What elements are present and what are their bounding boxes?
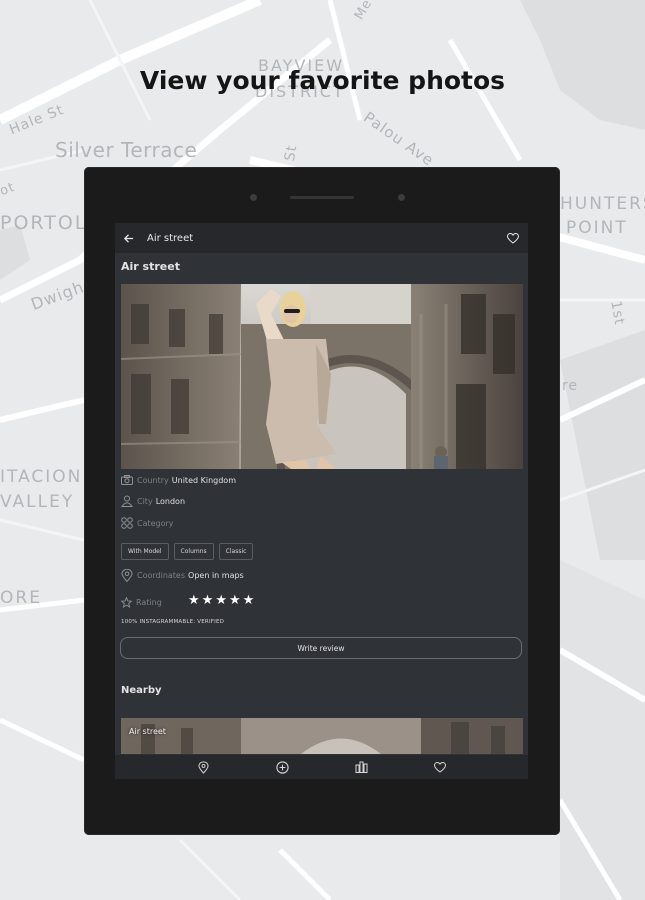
instagrammable-status: 100% INSTAGRAMMABLE: VERIFIED: [121, 619, 225, 625]
city-row: City London: [121, 495, 185, 507]
star-icon: ★: [201, 593, 214, 608]
nearby-card-image: [121, 718, 523, 754]
city-label: City: [137, 496, 153, 506]
app-screen: Air street Air street Country United Kin…: [115, 223, 528, 779]
heart-icon: [434, 761, 446, 773]
map-label-neighborhood: ITACION: [0, 467, 83, 487]
camera-icon: [121, 475, 133, 485]
toolbar-title: Air street: [147, 232, 194, 244]
sensor: [398, 194, 405, 201]
category-chip[interactable]: Classic: [218, 543, 254, 560]
rating-stars[interactable]: ★ ★ ★ ★ ★: [188, 594, 254, 607]
nearby-title: Nearby: [121, 685, 162, 696]
nav-favorites-button[interactable]: [401, 755, 480, 779]
place-title: Air street: [121, 260, 180, 273]
map-label-neighborhood: Silver Terrace: [55, 138, 198, 162]
write-review-button[interactable]: Write review: [120, 637, 522, 659]
back-button[interactable]: [115, 223, 141, 253]
coordinates-row: Coordinates Open in maps: [121, 569, 244, 582]
star-icon: ★: [228, 593, 241, 608]
map-label-neighborhood: ORE: [0, 588, 42, 608]
map-label-neighborhood: HUNTERS: [560, 194, 645, 214]
grid-icon: [121, 517, 133, 529]
country-row: Country United Kingdom: [121, 475, 236, 485]
bottom-navigation: [115, 755, 528, 779]
star-icon: ★: [188, 593, 200, 608]
add-circle-icon: [275, 760, 289, 774]
rating-label: Rating: [136, 598, 162, 607]
city-value: London: [155, 496, 186, 506]
star-icon: ★: [215, 593, 227, 608]
map-label-street: St: [281, 143, 301, 163]
nearby-card[interactable]: Air street: [121, 718, 523, 754]
place-photo[interactable]: [121, 284, 523, 469]
earpiece-speaker: [290, 196, 354, 199]
star-outline-icon: [121, 597, 132, 608]
coordinates-label: Coordinates: [137, 571, 186, 580]
map-label-street: re: [562, 378, 579, 394]
person-icon: [121, 495, 133, 507]
nearby-card-label: Air street: [129, 727, 166, 736]
front-camera: [250, 194, 257, 201]
arrow-left-icon: [123, 233, 133, 243]
category-chip[interactable]: With Model: [121, 543, 169, 560]
category-chips: With Model Columns Classic: [121, 543, 254, 560]
rating-row: Rating: [121, 597, 162, 608]
heart-icon: [507, 232, 519, 244]
country-label: Country: [137, 475, 169, 485]
open-in-maps-link[interactable]: Open in maps: [188, 571, 244, 580]
map-label-neighborhood: POINT: [566, 218, 628, 238]
tablet-device: Air street Air street Country United Kin…: [84, 167, 560, 835]
app-bar: Air street: [115, 223, 528, 253]
nav-ranking-button[interactable]: [322, 755, 401, 779]
star-icon: ★: [242, 593, 255, 608]
category-chip[interactable]: Columns: [173, 543, 214, 560]
category-row: Category: [121, 517, 174, 529]
country-value: United Kingdom: [171, 475, 236, 485]
map-pin-icon: [197, 760, 209, 774]
nav-map-button[interactable]: [164, 755, 243, 779]
category-label: Category: [137, 518, 174, 528]
map-label-neighborhood: VALLEY: [0, 492, 75, 512]
nav-add-button[interactable]: [243, 755, 322, 779]
favorite-button[interactable]: [498, 223, 528, 253]
pin-icon: [121, 569, 133, 582]
headline: View your favorite photos: [139, 66, 506, 95]
ranking-icon: [355, 761, 367, 773]
map-label-neighborhood: PORTOL: [0, 212, 88, 234]
